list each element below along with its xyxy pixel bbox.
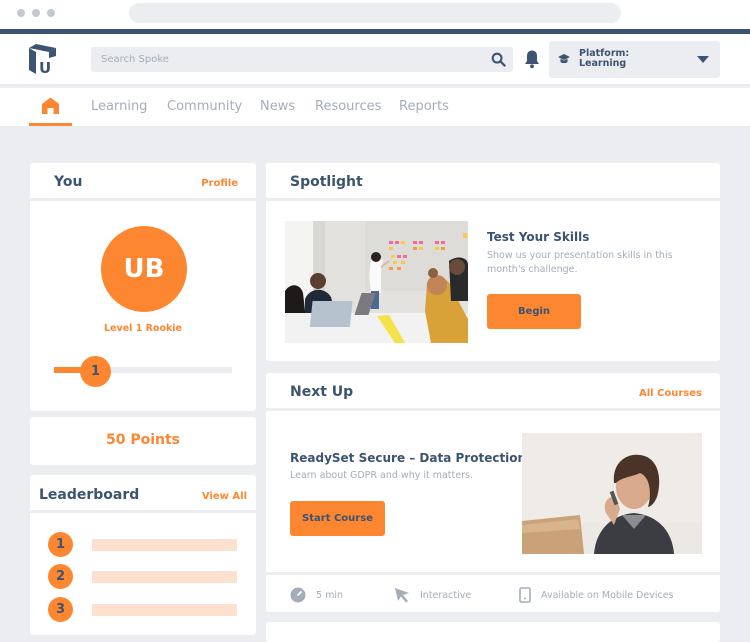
chevron-down-icon: [697, 56, 709, 63]
tab-learning[interactable]: Learning: [91, 99, 147, 114]
spotlight-item-description: Show us your presentation skills in this…: [487, 250, 673, 275]
bell-icon[interactable]: [523, 49, 541, 69]
address-bar[interactable]: [129, 3, 621, 23]
avatar[interactable]: UB: [101, 226, 187, 312]
spotlight-title: Spotlight: [290, 174, 363, 190]
meta-availability-label: Available on Mobile Devices: [541, 589, 674, 601]
mobile-device-icon: [519, 587, 531, 603]
home-icon: [42, 97, 59, 114]
spotlight-image: [285, 221, 468, 343]
tab-reports[interactable]: Reports: [399, 99, 449, 114]
leaderboard-row[interactable]: 1: [48, 532, 238, 558]
view-all-link[interactable]: View All: [202, 491, 247, 502]
meta-type: Interactive: [394, 587, 471, 603]
logo-letter: U: [39, 59, 51, 76]
woman-on-phone-illustration: [522, 433, 702, 554]
logo[interactable]: U: [26, 42, 60, 77]
meta-availability: Available on Mobile Devices: [519, 587, 674, 603]
course-image: [522, 433, 702, 554]
points-card: 50 Points: [30, 417, 256, 465]
spotlight-card: Spotlight Test Your Skills Show us your …: [266, 163, 720, 361]
level-number: 1: [90, 364, 101, 379]
next-up-title: Next Up: [290, 384, 354, 400]
meeting-photo-illustration: [285, 221, 468, 343]
you-title: You: [54, 174, 83, 190]
tab-resources[interactable]: Resources: [315, 99, 381, 114]
leaderboard-header: Leaderboard View All: [30, 475, 256, 513]
tab-news[interactable]: News: [260, 99, 295, 114]
leaderboard-row[interactable]: 2: [48, 564, 238, 590]
you-card-header: You Profile: [30, 163, 256, 201]
leaderboard-placeholder-bar: [92, 539, 237, 551]
rank-badge: 2: [48, 564, 73, 589]
course-title: ReadySet Secure – Data Protection: [290, 451, 527, 465]
next-up-header: Next Up All Courses: [266, 373, 720, 411]
spotlight-header: Spotlight: [266, 163, 720, 201]
clock-icon: [290, 587, 306, 603]
spotlight-item-title: Test Your Skills: [487, 230, 590, 244]
begin-button[interactable]: Begin: [487, 294, 581, 329]
rank-badge: 3: [48, 597, 73, 622]
cursor-icon: [395, 588, 409, 603]
start-course-button[interactable]: Start Course: [290, 501, 385, 536]
points-label: 50 Points: [105, 432, 181, 448]
app-header: U Platform: Learning: [0, 34, 750, 86]
graduation-cap-icon: [558, 54, 570, 64]
search-bar: [91, 47, 513, 72]
platform-label-line2: Learning: [579, 58, 627, 69]
window-dot[interactable]: [32, 9, 40, 17]
all-courses-link[interactable]: All Courses: [639, 388, 702, 399]
course-description: Learn about GDPR and why it matters.: [290, 470, 473, 481]
logo-icon: U: [29, 44, 56, 77]
platform-selector[interactable]: Platform: Learning: [549, 41, 720, 78]
leaderboard-title: Leaderboard: [39, 487, 140, 503]
profile-link[interactable]: Profile: [201, 178, 238, 189]
leaderboard-row[interactable]: 3: [48, 597, 238, 623]
main-nav: Learning Community News Resources Report…: [0, 88, 750, 126]
level-label: Level 1 Rookie: [104, 323, 182, 334]
platform-label: Platform: Learning: [579, 49, 669, 69]
rank-badge: 1: [48, 532, 73, 557]
window-dot[interactable]: [17, 9, 25, 17]
leaderboard-card: Leaderboard View All 1 2 3: [30, 475, 256, 635]
search-icon[interactable]: [491, 52, 506, 67]
leaderboard-placeholder-bar: [92, 571, 237, 583]
next-card-partial: [266, 622, 720, 642]
tab-community[interactable]: Community: [167, 99, 242, 114]
avatar-initials: UB: [123, 254, 165, 284]
window-dot[interactable]: [47, 9, 55, 17]
course-meta-bar: 5 min Interactive Available on Mobile De…: [266, 572, 720, 612]
level-progress-knob: 1: [80, 356, 111, 387]
meta-type-label: Interactive: [420, 589, 472, 601]
next-up-card: Next Up All Courses ReadySet Secure – Da…: [266, 373, 720, 612]
browser-chrome: [0, 0, 750, 30]
search-input[interactable]: [91, 47, 481, 72]
meta-duration-label: 5 min: [316, 589, 343, 601]
tab-home[interactable]: [29, 88, 72, 126]
leaderboard-placeholder-bar: [92, 604, 237, 616]
meta-duration: 5 min: [290, 587, 343, 603]
you-card: You Profile UB Level 1 Rookie 1: [30, 163, 256, 411]
